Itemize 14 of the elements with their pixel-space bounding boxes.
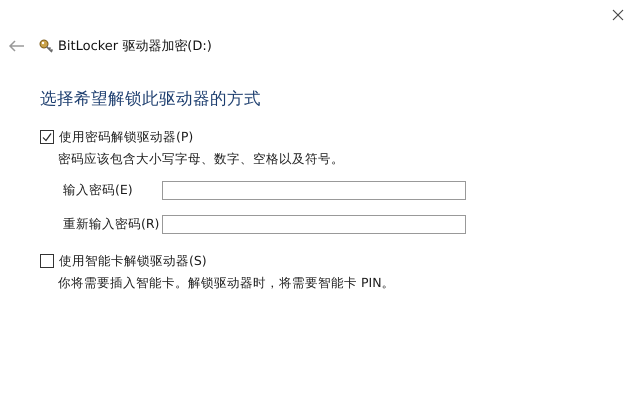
option-description: 密码应该包含大小写字母、数字、空格以及符号。 (58, 151, 345, 168)
password-field[interactable] (162, 181, 466, 200)
page-heading: 选择希望解锁此驱动器的方式 (40, 88, 262, 110)
window-title: BitLocker 驱动器加密(D:) (58, 38, 212, 55)
password-field[interactable] (162, 215, 466, 234)
checkbox[interactable] (40, 130, 54, 144)
field-label: 重新输入密码(R) (63, 216, 160, 233)
option-description: 你将需要插入智能卡。解锁驱动器时，将需要智能卡 PIN。 (58, 275, 396, 292)
checkbox-label[interactable]: 使用密码解锁驱动器(P) (59, 128, 194, 146)
back-button[interactable] (8, 39, 26, 53)
checkbox-label[interactable]: 使用智能卡解锁驱动器(S) (59, 252, 207, 270)
checkbox[interactable] (40, 254, 54, 268)
key-icon (38, 38, 54, 54)
field-label: 输入密码(E) (63, 182, 134, 199)
